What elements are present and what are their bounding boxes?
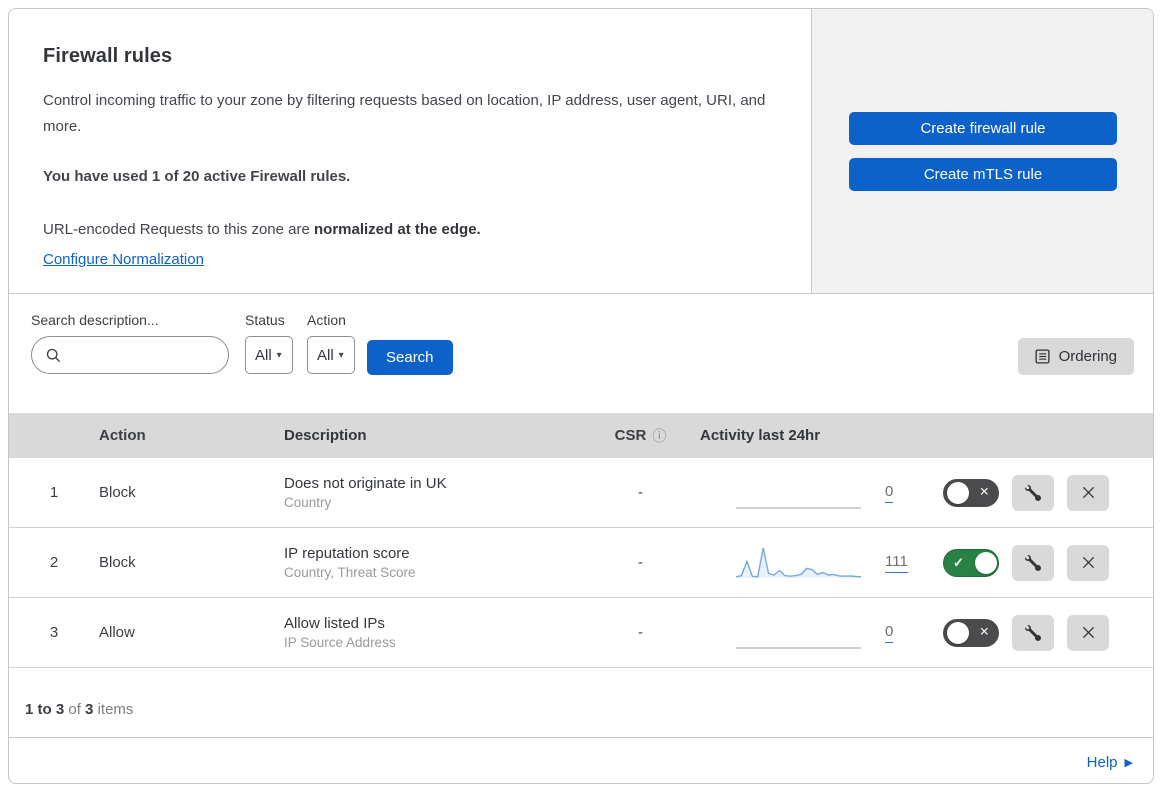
pagination-summary: 1 to 3 of 3 items <box>9 668 1153 738</box>
wrench-icon <box>1025 484 1041 501</box>
wrench-icon <box>1025 554 1041 571</box>
delete-rule-button[interactable] <box>1067 474 1109 511</box>
activity-sparkline <box>736 613 861 653</box>
table-row: 1 Block Does not originate in UK Country… <box>9 458 1153 528</box>
rule-priority: 2 <box>49 554 59 571</box>
create-mtls-rule-button[interactable]: Create mTLS rule <box>849 158 1117 191</box>
ordering-button[interactable]: Ordering <box>1017 338 1134 375</box>
rule-criteria: Country <box>284 495 332 510</box>
search-input-wrap[interactable] <box>31 336 229 374</box>
rule-enabled-toggle[interactable]: ✓ × <box>943 618 999 647</box>
table-header: Action Description CSR ⓘ Activity last 24… <box>9 413 1153 458</box>
help-link[interactable]: Help ▶ <box>1087 754 1133 771</box>
rule-priority: 3 <box>49 624 59 641</box>
rule-csr: - <box>638 484 643 501</box>
page-description: Control incoming traffic to your zone by… <box>43 92 766 135</box>
action-filter-dropdown[interactable]: All ▾ <box>307 336 355 374</box>
rule-csr: - <box>638 554 643 571</box>
ordering-list-icon <box>1035 349 1050 364</box>
action-filter-label: Action <box>307 312 346 328</box>
delete-rule-button[interactable] <box>1067 544 1109 581</box>
filter-bar: Search description... Status All ▾ Action… <box>9 294 1153 413</box>
rule-description: Allow listed IPs <box>284 615 385 632</box>
toggle-knob <box>947 481 969 504</box>
activity-count-link[interactable]: 111 <box>885 553 908 573</box>
arrow-right-icon: ▶ <box>1124 756 1133 769</box>
search-label: Search description... <box>31 312 159 328</box>
normalization-note: URL-encoded Requests to this zone are no… <box>43 221 481 239</box>
activity-sparkline <box>736 543 861 583</box>
table-row: 2 Block IP reputation score Country, Thr… <box>9 528 1153 598</box>
rule-criteria: IP Source Address <box>284 635 396 650</box>
rule-enabled-toggle[interactable]: ✓ × <box>943 478 999 507</box>
activity-sparkline <box>736 473 861 513</box>
column-action: Action <box>99 427 146 444</box>
close-icon <box>1081 485 1096 500</box>
rule-action: Allow <box>99 624 135 641</box>
help-bar: Help ▶ <box>9 738 1153 783</box>
intro-panel: Firewall rules Control incoming traffic … <box>9 9 812 293</box>
edit-rule-button[interactable] <box>1012 474 1054 511</box>
configure-normalization-link[interactable]: Configure Normalization <box>43 251 204 268</box>
rule-csr: - <box>638 624 643 641</box>
status-filter-label: Status <box>245 312 285 328</box>
close-icon <box>1081 555 1096 570</box>
rule-enabled-toggle[interactable]: ✓ × <box>943 548 999 577</box>
edit-rule-button[interactable] <box>1012 614 1054 651</box>
rule-description: IP reputation score <box>284 545 410 562</box>
rule-action: Block <box>99 484 136 501</box>
table-row: 3 Allow Allow listed IPs IP Source Addre… <box>9 598 1153 668</box>
search-icon <box>46 348 61 363</box>
rule-criteria: Country, Threat Score <box>284 565 416 580</box>
search-input[interactable] <box>69 346 218 364</box>
close-icon <box>1081 625 1096 640</box>
column-csr: CSR ⓘ <box>614 426 667 446</box>
rule-description: Does not originate in UK <box>284 475 447 492</box>
column-description: Description <box>284 427 367 444</box>
firewall-rules-card: Firewall rules Control incoming traffic … <box>8 8 1154 784</box>
usage-summary: You have used 1 of 20 active Firewall ru… <box>43 167 351 185</box>
rule-action: Block <box>99 554 136 571</box>
check-icon: ✓ <box>953 554 964 570</box>
create-firewall-rule-button[interactable]: Create firewall rule <box>849 112 1117 145</box>
search-button[interactable]: Search <box>367 340 453 375</box>
status-filter-dropdown[interactable]: All ▾ <box>245 336 293 374</box>
activity-count-link[interactable]: 0 <box>885 623 894 643</box>
top-section: Firewall rules Control incoming traffic … <box>9 9 1153 294</box>
info-icon[interactable]: ⓘ <box>652 426 666 446</box>
column-activity: Activity last 24hr <box>700 427 821 444</box>
wrench-icon <box>1025 624 1041 641</box>
toggle-knob <box>975 551 997 574</box>
page-title: Firewall rules <box>43 45 173 67</box>
actions-panel: Create firewall rule Create mTLS rule <box>812 9 1153 293</box>
edit-rule-button[interactable] <box>1012 544 1054 581</box>
delete-rule-button[interactable] <box>1067 614 1109 651</box>
chevron-down-icon: ▾ <box>338 349 344 361</box>
chevron-down-icon: ▾ <box>276 349 282 361</box>
rule-priority: 1 <box>49 484 59 501</box>
activity-count-link[interactable]: 0 <box>885 483 894 503</box>
x-icon: × <box>979 623 989 641</box>
toggle-knob <box>947 621 969 644</box>
x-icon: × <box>979 483 989 501</box>
